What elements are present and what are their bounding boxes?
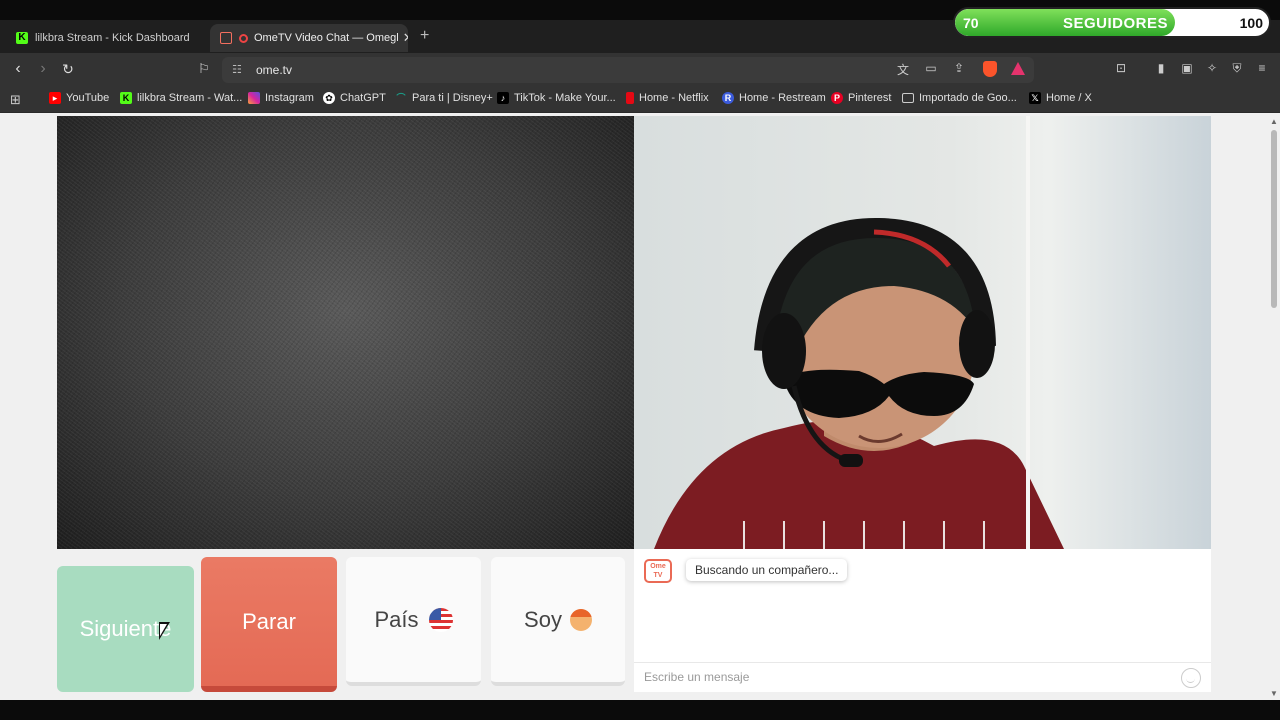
- tab-ometv[interactable]: OmeTV Video Chat — Omegl ✕: [210, 24, 408, 52]
- scroll-thumb[interactable]: [1271, 130, 1277, 308]
- boy-emoji-icon: [569, 608, 592, 631]
- netflix-icon: [626, 92, 634, 104]
- url-text: ome.tv: [256, 63, 293, 77]
- stranger-video: [57, 116, 634, 549]
- followers-goal: 100: [1239, 15, 1263, 31]
- ometv-logo-icon: Ome TV: [644, 559, 672, 583]
- translate-icon[interactable]: 文: [895, 61, 911, 78]
- pinterest-icon: P: [831, 92, 843, 104]
- screenshot-icon[interactable]: ⊡: [1113, 61, 1129, 75]
- youtube-icon: ▸: [49, 92, 61, 104]
- bookmark-label: YouTube: [66, 92, 110, 104]
- next-label: Siguiente: [79, 616, 172, 641]
- bottom-black-strip: [0, 700, 1280, 720]
- brave-rewards-icon[interactable]: [1011, 62, 1025, 75]
- stop-label: Parar: [242, 608, 296, 634]
- wallet-icon[interactable]: ▣: [1179, 61, 1195, 75]
- mouse-cursor-icon: [159, 622, 170, 640]
- brave-shields-icon[interactable]: [983, 61, 997, 77]
- kick-icon: K: [16, 32, 28, 44]
- status-message: Buscando un compañero...: [686, 559, 848, 581]
- bookmark-label: TikTok - Make Your...: [514, 92, 616, 104]
- cast-icon[interactable]: ▭: [923, 61, 939, 75]
- new-tab-icon[interactable]: +: [420, 27, 429, 45]
- webcam-person-illustration: [654, 217, 1064, 549]
- bookmark-label: Pinterest: [848, 92, 892, 104]
- recording-icon: [239, 33, 248, 43]
- followers-label: SEGUIDORES: [1063, 15, 1169, 32]
- bookmark-folder[interactable]: Importado de Goo...: [902, 92, 1017, 104]
- bookmark-label: Home - Restream: [739, 92, 826, 104]
- apps-grid-icon[interactable]: ⊞: [10, 92, 21, 108]
- menu-icon[interactable]: ≡: [1254, 61, 1270, 75]
- logo-line-2: TV: [653, 572, 663, 579]
- message-input-bar: [634, 662, 1211, 692]
- stop-button[interactable]: Parar: [201, 557, 337, 692]
- logo-line-1: Ome: [650, 563, 666, 570]
- x-icon: 𝕏: [1029, 92, 1041, 104]
- self-camera-video: [634, 116, 1211, 549]
- bookmark-x[interactable]: 𝕏 Home / X: [1029, 92, 1092, 104]
- leo-ai-icon[interactable]: ✧: [1204, 61, 1220, 75]
- bookmark-chatgpt[interactable]: ✿ ChatGPT: [323, 92, 386, 104]
- country-label: País: [374, 606, 419, 632]
- instagram-icon: [248, 92, 260, 104]
- chatgpt-icon: ✿: [323, 92, 335, 104]
- bookmark-icon[interactable]: ⚐: [194, 60, 214, 78]
- forward-icon[interactable]: ›: [33, 60, 53, 78]
- us-flag-icon: [428, 607, 453, 632]
- address-bar[interactable]: ☷ ome.tv: [222, 57, 1034, 83]
- share-icon[interactable]: ⇪: [951, 61, 967, 75]
- tab-title: lilkbra Stream - Kick Dashboard: [35, 32, 190, 44]
- tab-title: OmeTV Video Chat — Omegl: [254, 32, 399, 44]
- message-input[interactable]: [644, 670, 1164, 684]
- bookmarks-bar: ⊞ ▸ YouTube K lilkbra Stream - Wat... In…: [0, 86, 1280, 113]
- country-filter-button[interactable]: País: [346, 557, 481, 686]
- bookmark-label: lilkbra Stream - Wat...: [137, 92, 243, 104]
- bookmark-label: Para ti | Disney+: [412, 92, 493, 104]
- disney-icon: ⌒: [396, 93, 406, 103]
- gender-label: Soy: [524, 606, 562, 632]
- bookmark-instagram[interactable]: Instagram: [248, 92, 314, 104]
- tiktok-icon: ♪: [497, 92, 509, 104]
- site-settings-icon[interactable]: ☷: [232, 63, 242, 76]
- gender-button[interactable]: Soy: [491, 557, 625, 686]
- vpn-icon[interactable]: ⛨: [1229, 61, 1245, 76]
- close-tab-icon[interactable]: ✕: [399, 30, 408, 46]
- wall-corner: [1026, 116, 1030, 549]
- chat-panel: Ome TV Buscando un compañero...: [634, 549, 1211, 692]
- bookmark-pinterest[interactable]: P Pinterest: [831, 92, 891, 104]
- bookmark-kick[interactable]: K lilkbra Stream - Wat...: [120, 92, 242, 104]
- scroll-down-icon[interactable]: ▼: [1270, 689, 1278, 698]
- followers-goal-overlay: 70 SEGUIDORES 100: [953, 7, 1271, 38]
- screen: K lilkbra Stream - Kick Dashboard OmeTV …: [0, 0, 1280, 720]
- bookmark-youtube[interactable]: ▸ YouTube: [49, 92, 109, 104]
- sidebar-icon[interactable]: ▮: [1153, 61, 1169, 75]
- page-scrollbar[interactable]: ▲ ▼: [1268, 114, 1280, 700]
- bookmark-label: Importado de Goo...: [919, 92, 1017, 104]
- folder-icon: [902, 93, 914, 103]
- bookmark-label: Instagram: [265, 92, 314, 104]
- kick-icon: K: [120, 92, 132, 104]
- restream-icon: R: [722, 92, 734, 104]
- emoji-icon[interactable]: [1181, 668, 1201, 688]
- next-button[interactable]: Siguiente: [57, 566, 194, 692]
- bookmark-tiktok[interactable]: ♪ TikTok - Make Your...: [497, 92, 616, 104]
- tab-kick-dashboard[interactable]: K lilkbra Stream - Kick Dashboard: [6, 24, 206, 52]
- bookmark-label: Home - Netflix: [639, 92, 709, 104]
- scroll-up-icon[interactable]: ▲: [1270, 117, 1278, 126]
- browser-toolbar: ‹ › ↻ ⚐ ☷ ome.tv 文 ▭ ⇪ ⊡ ▮ ▣ ✧ ⛨ ≡: [0, 53, 1280, 86]
- bookmark-netflix[interactable]: Home - Netflix: [626, 92, 709, 104]
- followers-current: 70: [963, 15, 979, 31]
- static-noise: [57, 116, 634, 549]
- back-icon[interactable]: ‹: [8, 60, 28, 78]
- reload-icon[interactable]: ↻: [58, 60, 78, 78]
- bookmark-restream[interactable]: R Home - Restream: [722, 92, 826, 104]
- bookmark-label: Home / X: [1046, 92, 1092, 104]
- bookmark-disney[interactable]: ⌒ Para ti | Disney+: [395, 92, 493, 104]
- ometv-icon: [220, 32, 232, 44]
- bookmark-label: ChatGPT: [340, 92, 386, 104]
